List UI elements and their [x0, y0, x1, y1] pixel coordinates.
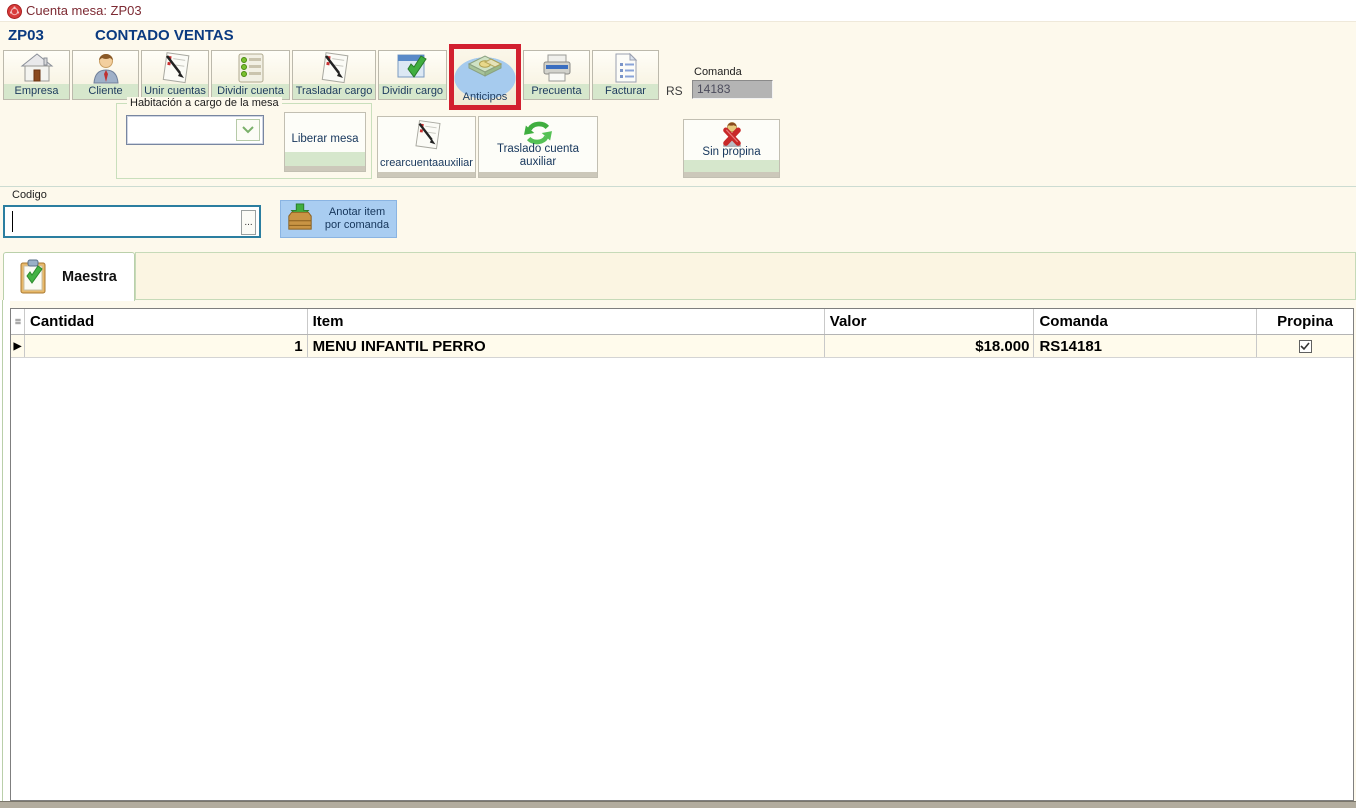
- toolbar-button-label: Dividir cargo: [379, 84, 446, 99]
- section-divider: [0, 186, 1356, 187]
- anticipos-button[interactable]: Anticipos: [454, 49, 516, 105]
- toolbar-button-label: Anticipos: [454, 90, 516, 105]
- sales-mode-label: CONTADO VENTAS: [95, 27, 234, 44]
- crate-arrow-icon: [286, 202, 314, 237]
- rs-label: RS: [666, 84, 683, 98]
- column-header-valor[interactable]: Valor: [825, 309, 1035, 334]
- anotar-label-line1: Anotar item: [318, 206, 396, 219]
- crear-cuenta-auxiliar-label: crearcuentaauxiliar: [378, 157, 475, 170]
- items-grid: ≣ Cantidad Item Valor Comanda Propina ▶ …: [10, 308, 1354, 801]
- cliente-button[interactable]: Cliente: [72, 50, 139, 100]
- codigo-browse-button[interactable]: ...: [241, 210, 256, 235]
- toolbar-button-label: Precuenta: [524, 84, 589, 99]
- checklist-icon: [212, 51, 289, 85]
- cell-propina: [1257, 335, 1353, 357]
- house-icon: [4, 51, 69, 85]
- sin-propina-button[interactable]: Sin propina: [683, 119, 780, 178]
- traslado-label-line2: auxiliar: [479, 156, 597, 169]
- table-row[interactable]: ▶ 1 MENU INFANTIL PERRO $18.000 RS14181: [11, 335, 1353, 358]
- toolbar-button-label: Trasladar cargo: [293, 84, 375, 99]
- tab-maestra-label: Maestra: [62, 253, 117, 301]
- app-logo-icon: [7, 4, 22, 19]
- crear-cuenta-auxiliar-button[interactable]: crearcuentaauxiliar: [377, 116, 476, 178]
- window-check-icon: [379, 51, 446, 85]
- button-green-strip: [285, 152, 365, 166]
- notepad-pen-icon: [293, 51, 375, 85]
- comanda-field-label: Comanda: [694, 66, 742, 78]
- printer-icon: [524, 51, 589, 85]
- column-header-item[interactable]: Item: [308, 309, 825, 334]
- precuenta-button[interactable]: Precuenta: [523, 50, 590, 100]
- codigo-label: Codigo: [12, 189, 47, 201]
- money-icon: [454, 49, 516, 85]
- button-gray-strip: [378, 172, 475, 177]
- dividir-cargo-button[interactable]: Dividir cargo: [378, 50, 447, 100]
- button-gray-strip: [479, 172, 597, 177]
- grid-corner-icon: ≣: [11, 309, 25, 334]
- window-bottom-edge: [0, 801, 1356, 808]
- habitacion-groupbox-title: Habitación a cargo de la mesa: [127, 97, 282, 109]
- traslado-label-line1: Traslado cuenta: [479, 143, 597, 156]
- cell-cantidad: 1: [25, 335, 308, 357]
- toolbar-button-label: Empresa: [4, 84, 69, 99]
- person-icon: [73, 51, 138, 85]
- column-header-cantidad[interactable]: Cantidad: [25, 309, 308, 334]
- codigo-input[interactable]: ...: [3, 205, 261, 238]
- grid-header-row: ≣ Cantidad Item Valor Comanda Propina: [11, 309, 1353, 335]
- button-gray-strip: [684, 172, 779, 177]
- unir-cuentas-button[interactable]: Unir cuentas: [141, 50, 209, 100]
- comanda-input: 14183: [692, 80, 773, 99]
- tab-strip: [135, 252, 1356, 300]
- tab-page-left-margin: [0, 300, 10, 801]
- column-header-comanda[interactable]: Comanda: [1034, 309, 1257, 334]
- trasladar-cargo-button[interactable]: Trasladar cargo: [292, 50, 376, 100]
- liberar-mesa-label: Liberar mesa: [291, 133, 358, 146]
- anotar-item-button[interactable]: Anotar item por comanda: [280, 200, 397, 238]
- facturar-button[interactable]: Facturar: [592, 50, 659, 100]
- sin-propina-label: Sin propina: [684, 146, 779, 159]
- toolbar-button-label: Facturar: [593, 84, 658, 99]
- title-bar: Cuenta mesa: ZP03: [0, 0, 1356, 22]
- cell-valor: $18.000: [825, 335, 1035, 357]
- checkmark-icon: [1300, 342, 1310, 351]
- liberar-mesa-button[interactable]: Liberar mesa: [284, 112, 366, 172]
- table-code-label: ZP03: [8, 27, 44, 44]
- anotar-label-line2: por comanda: [318, 219, 396, 232]
- notepad-pen-icon: [410, 119, 444, 156]
- row-marker: ▶: [11, 335, 25, 357]
- cuenta-mesa-window: Cuenta mesa: ZP03 ZP03 CONTADO VENTAS Em…: [0, 0, 1356, 808]
- button-green-strip: [684, 160, 779, 172]
- cell-comanda: RS14181: [1034, 335, 1257, 357]
- tab-maestra[interactable]: Maestra: [3, 252, 135, 301]
- column-header-propina[interactable]: Propina: [1257, 309, 1353, 334]
- combobox-dropdown-button[interactable]: [236, 119, 260, 141]
- chevron-down-icon: [242, 126, 254, 134]
- propina-checkbox[interactable]: [1299, 340, 1312, 353]
- document-icon: [593, 51, 658, 85]
- window-title: Cuenta mesa: ZP03: [26, 0, 142, 22]
- text-caret: [12, 211, 13, 232]
- anticipos-highlight-box: Anticipos: [449, 44, 521, 110]
- clipboard-check-icon: [18, 259, 50, 300]
- habitacion-combobox[interactable]: [126, 115, 264, 145]
- traslado-cuenta-auxiliar-button[interactable]: Traslado cuenta auxiliar: [478, 116, 598, 178]
- cell-item: MENU INFANTIL PERRO: [308, 335, 825, 357]
- dividir-cuenta-button[interactable]: Dividir cuenta: [211, 50, 290, 100]
- button-gray-strip: [285, 166, 365, 171]
- notepad-pen-icon: [142, 51, 208, 85]
- empresa-button[interactable]: Empresa: [3, 50, 70, 100]
